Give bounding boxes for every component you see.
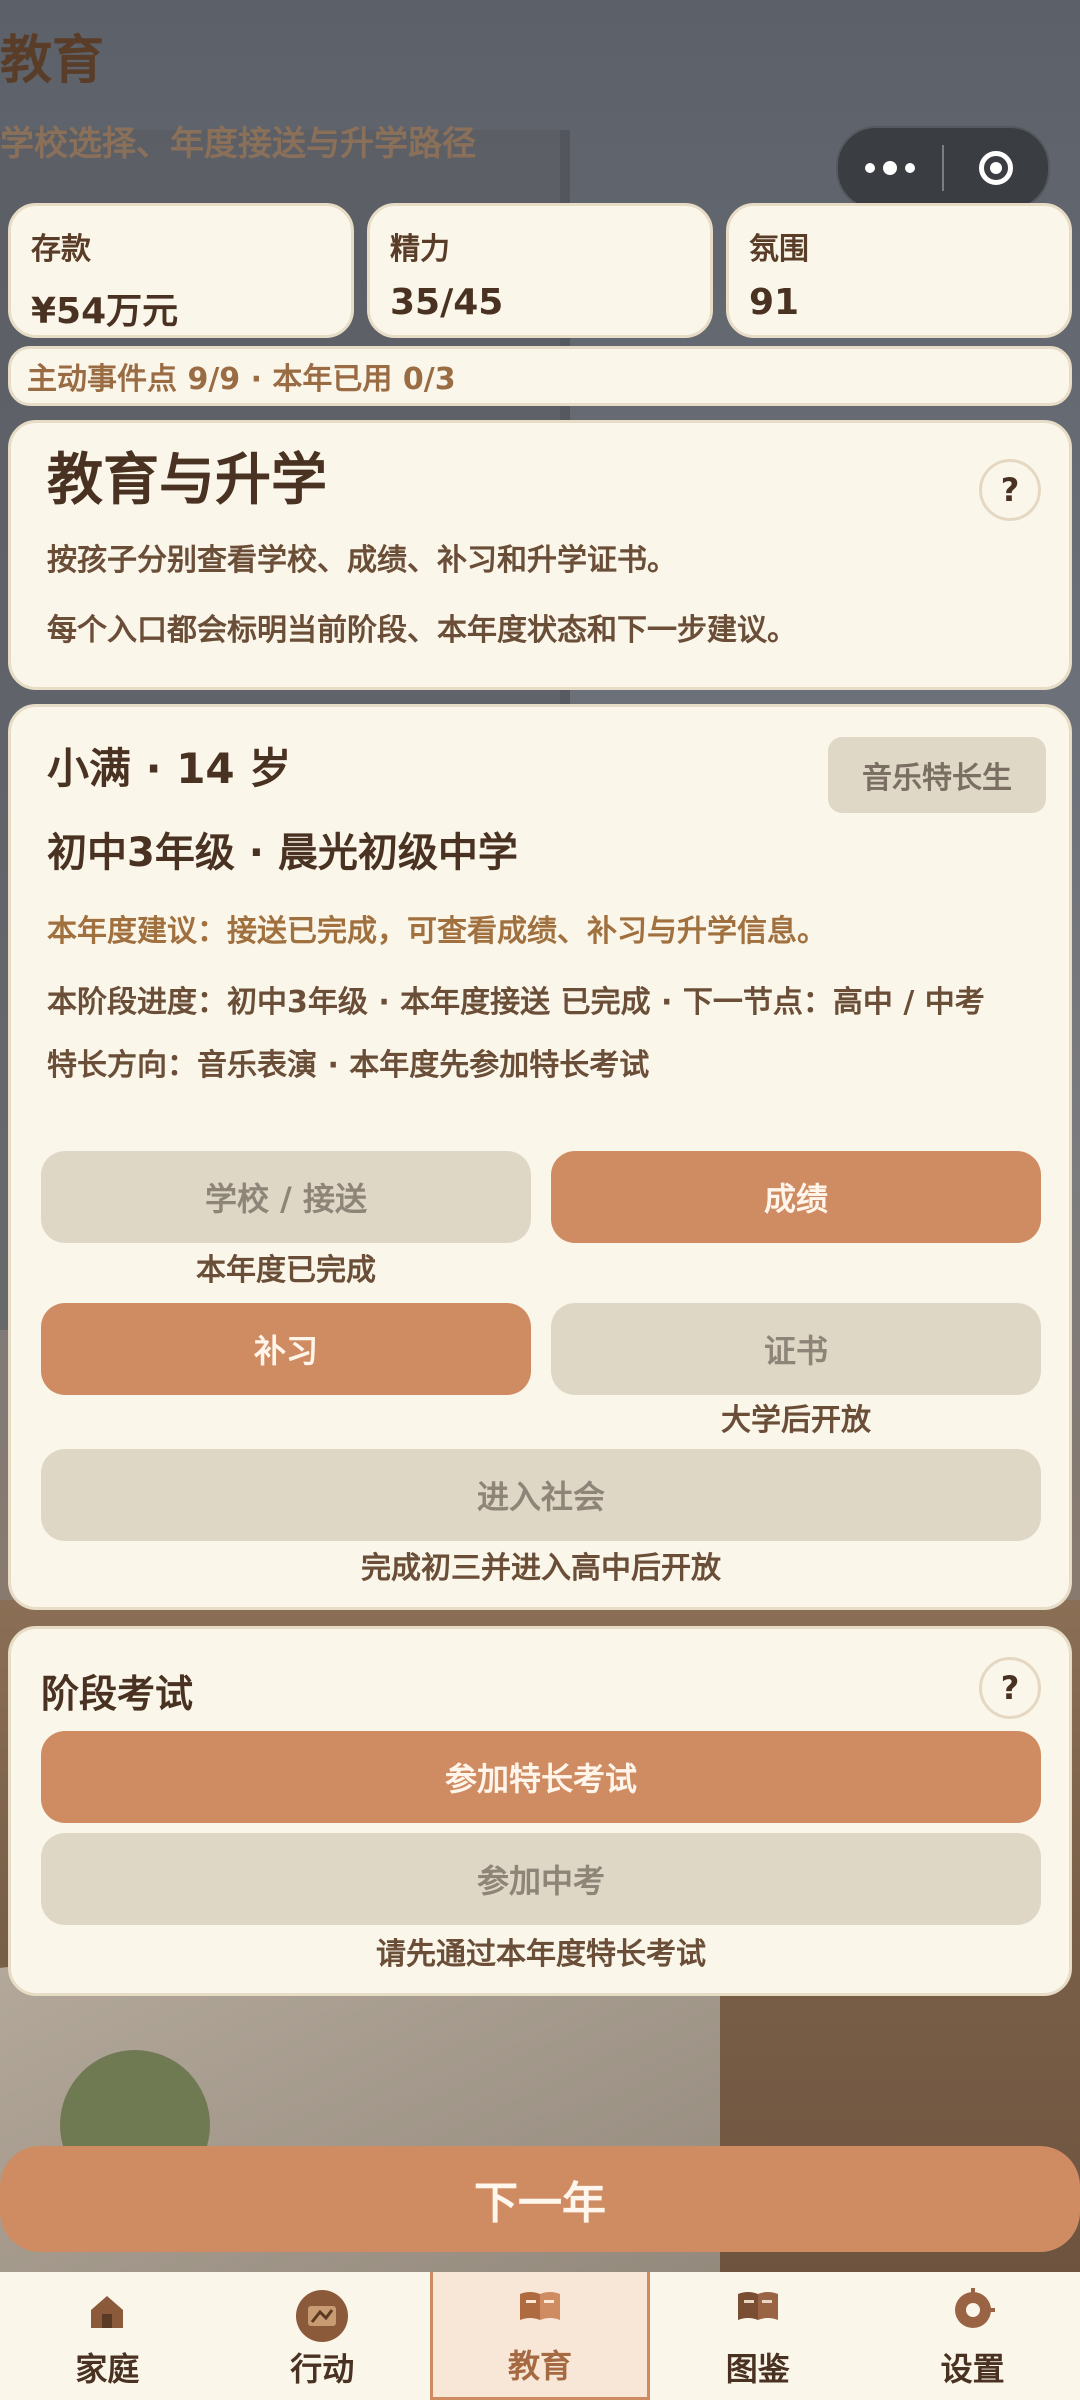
tab-family[interactable]: 家庭 [0,2272,215,2400]
book-icon [519,2292,560,2320]
enter-society-note: 完成初三并进入高中后开放 [361,1551,721,1586]
stat-card-savings: 存款 ¥54万元 [8,203,354,338]
close-button[interactable] [944,151,1048,185]
more-dots-icon [865,163,875,173]
intro-card: 教育与升学 按孩子分别查看学校、成绩、补习和升学证书。 每个入口都会标明当前阶段… [8,420,1072,690]
page-subtitle: 学校选择、年度接送与升学路径 [0,124,476,164]
bottom-tab-bar: 家庭 行动 教育 图鉴 设置 [0,2272,1080,2400]
tab-encyclopedia[interactable]: 图鉴 [650,2272,865,2400]
tab-label: 图鉴 [725,2350,790,2388]
tab-action[interactable]: 行动 [215,2272,430,2400]
grades-button[interactable]: 成绩 [551,1151,1041,1243]
house-icon [91,2296,124,2328]
book-icon [737,2292,778,2320]
stat-value: 35/45 [390,282,504,323]
stage-exam-card: 阶段考试 ? 参加特长考试 参加中考 请先通过本年度特长考试 [8,1626,1072,1996]
tab-label: 家庭 [75,2350,140,2388]
child-card: 小满 · 14 岁 音乐特长生 初中3年级 · 晨光初级中学 本年度建议：接送已… [8,704,1072,1610]
help-button[interactable]: ? [979,1657,1041,1719]
exam-title: 阶段考试 [41,1672,194,1716]
zhongkao-note: 请先通过本年度特长考试 [376,1937,706,1972]
intro-title: 教育与升学 [47,448,327,513]
more-button[interactable] [838,128,942,208]
tab-label: 教育 [507,2347,572,2385]
tab-settings[interactable]: 设置 [865,2272,1080,2400]
stat-label: 氛围 [749,232,809,267]
stat-card-energy: 精力 35/45 [367,203,713,338]
school-pickup-button[interactable]: 学校 / 接送 [41,1151,531,1243]
stat-label: 精力 [390,232,450,267]
tutoring-button[interactable]: 补习 [41,1303,531,1395]
talent-direction: 特长方向：音乐表演 · 本年度先参加特长考试 [47,1048,650,1083]
tab-label: 行动 [290,2350,355,2388]
zhongkao-button[interactable]: 参加中考 [41,1833,1041,1925]
certificate-note: 大学后开放 [721,1403,871,1438]
action-icon [296,2290,349,2342]
tab-education[interactable]: 教育 [429,2272,651,2400]
stat-value: ¥54万元 [31,291,179,332]
next-year-button[interactable]: 下一年 [0,2146,1080,2252]
enter-society-button[interactable]: 进入社会 [41,1449,1041,1541]
tab-label: 设置 [940,2350,1005,2388]
help-button[interactable]: ? [979,459,1041,521]
page-title: 教育 [0,31,105,91]
stage-progress: 本阶段进度：初中3年级 · 本年度接送 已完成 · 下一节点：高中 / 中考 [47,985,985,1020]
school-pickup-note: 本年度已完成 [196,1253,376,1288]
talent-exam-button[interactable]: 参加特长考试 [41,1731,1041,1823]
intro-line: 按孩子分别查看学校、成绩、补习和升学证书。 [47,543,677,578]
stat-value: 91 [749,282,800,323]
stat-label: 存款 [31,232,91,267]
intro-line: 每个入口都会标明当前阶段、本年度状态和下一步建议。 [47,613,797,648]
yearly-advice: 本年度建议：接送已完成，可查看成绩、补习与升学信息。 [47,914,827,949]
mini-program-capsule [836,126,1050,210]
stat-card-atmosphere: 氛围 91 [726,203,1072,338]
child-grade-school: 初中3年级 · 晨光初级中学 [47,830,518,876]
gear-icon [954,2288,995,2328]
event-points-bar: 主动事件点 9/9 · 本年已用 0/3 [8,346,1072,406]
target-close-icon [979,151,1013,185]
certificate-button[interactable]: 证书 [551,1303,1041,1395]
talent-tag: 音乐特长生 [828,737,1046,813]
